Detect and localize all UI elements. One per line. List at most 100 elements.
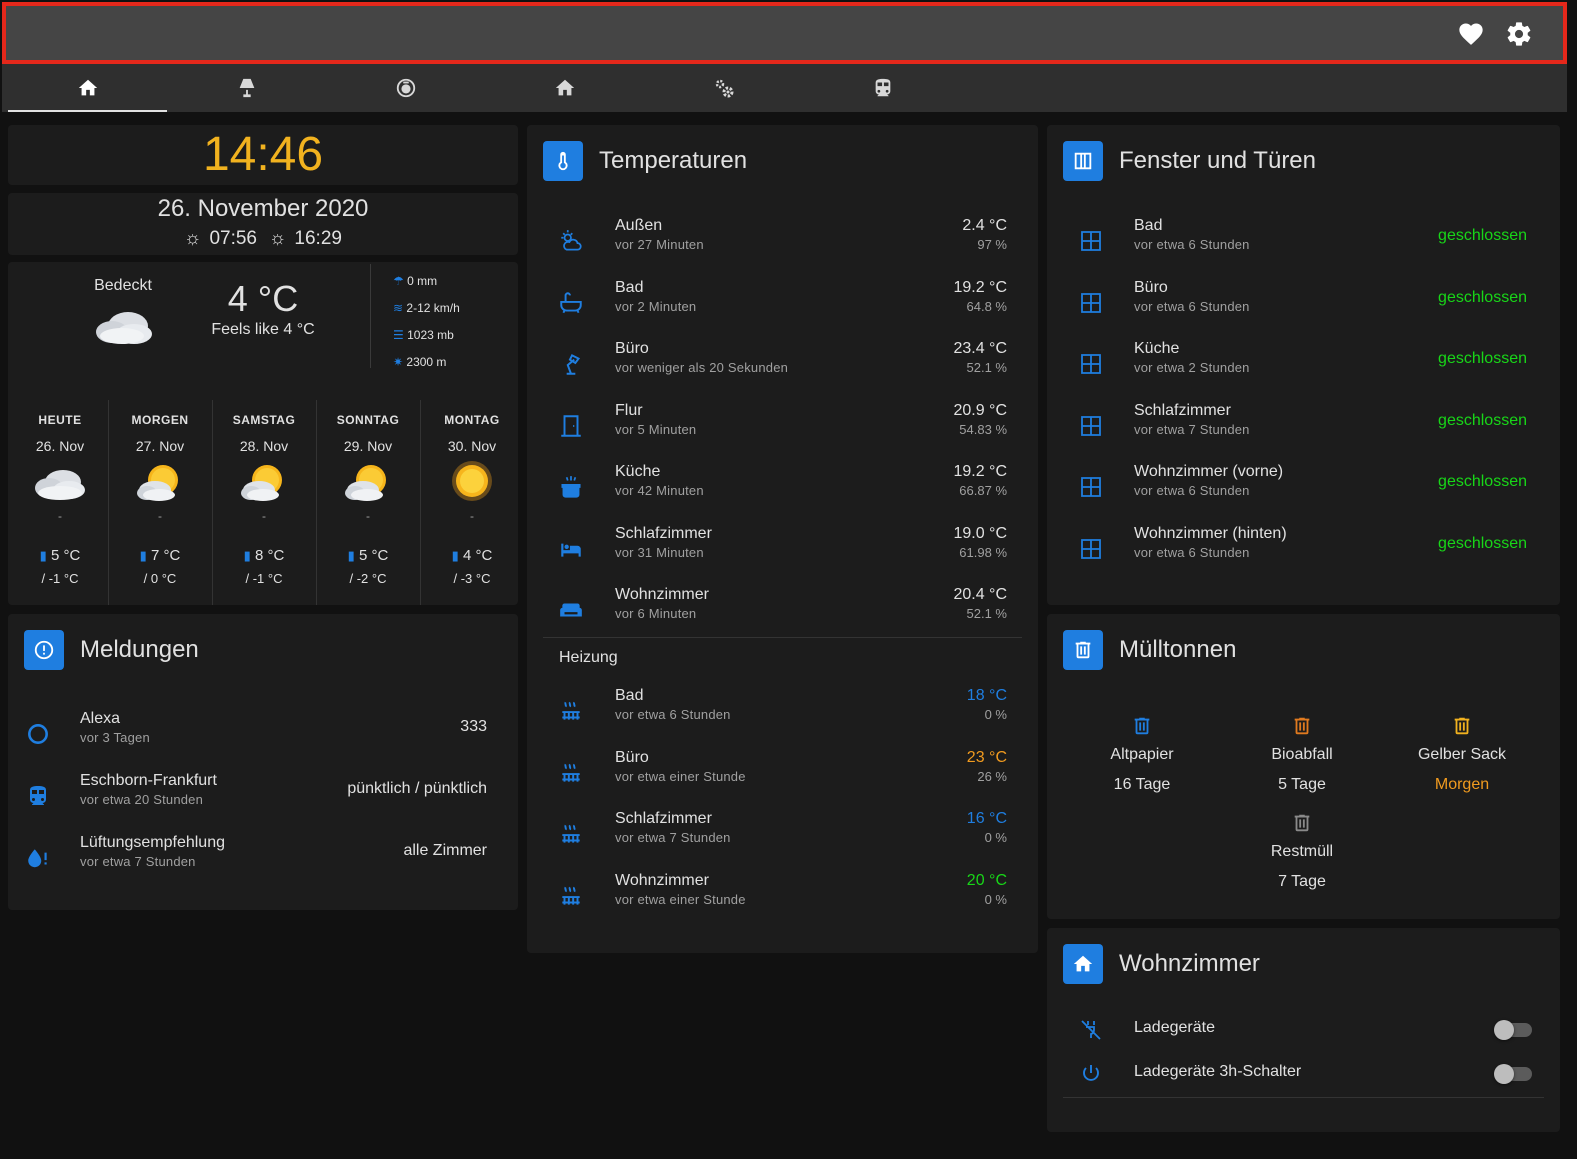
- room-name: Bad: [615, 278, 644, 296]
- forecast-separator: [212, 400, 213, 605]
- wohnzimmer-card: Wohnzimmer Ladegeräte Ladegeräte 3h-Schal…: [1047, 928, 1560, 1132]
- pressure-icon: ☰: [393, 328, 404, 342]
- window-row[interactable]: Schlafzimmer vor etwa 7 Stunden geschlosse…: [1047, 398, 1560, 460]
- meldungen-card: Meldungen Alexa vor 3 Tagen 333 Eschborn-Fr…: [8, 614, 518, 910]
- tab-train[interactable]: [803, 64, 962, 112]
- heizung-name: Schlafzimmer: [615, 810, 712, 827]
- thermometer-icon: [543, 141, 583, 181]
- forecast-day-name: MORGEN: [131, 413, 189, 427]
- heizung-row[interactable]: Wohnzimmer vor etwa einer Stunde 20 °C 0 %: [527, 868, 1038, 930]
- room-temperature: 19.2 °C: [953, 463, 1007, 480]
- waste-bin[interactable]: Restmüll 7 Tage: [1222, 809, 1382, 891]
- tab-gears[interactable]: [644, 64, 803, 112]
- meldung-row[interactable]: Lüftungsempfehlung vor etwa 7 Stunden alle…: [8, 830, 518, 892]
- home-icon: [555, 79, 574, 96]
- room-updated: vor 2 Minuten: [615, 298, 697, 314]
- sunrise-time: 07:56: [209, 228, 257, 249]
- forecast-day: MORGEN 27. Nov - ▮ 7 °C / 0 °C: [108, 400, 212, 600]
- vacuum-icon: [396, 78, 415, 98]
- meldung-value: alle Zimmer: [403, 842, 487, 859]
- lamp-icon: [239, 78, 254, 98]
- visibility-icon: ✷: [393, 355, 404, 369]
- forecast-date: 27. Nov: [135, 438, 185, 454]
- forecast-separator: [316, 400, 317, 605]
- room-humidity: 66.87 %: [959, 483, 1007, 498]
- weather-attrs: ☂ 0 mm ≋ 2-12 km/h ☰ 1023 mb ✷ 2300 m: [393, 268, 460, 376]
- waste-days: Morgen: [1434, 776, 1490, 793]
- meldung-row[interactable]: Eschborn-Frankfurt vor etwa 20 Stunden pün…: [8, 768, 518, 830]
- alexa-icon: [24, 720, 52, 748]
- heart-icon[interactable]: [1457, 20, 1485, 48]
- switch-toggle[interactable]: [1494, 1020, 1532, 1040]
- window-row[interactable]: Küche vor etwa 2 Stunden geschlossen: [1047, 336, 1560, 398]
- window-state: geschlossen: [1438, 350, 1527, 368]
- window-row[interactable]: Büro vor etwa 6 Stunden geschlossen: [1047, 275, 1560, 337]
- room-humidity: 52.1 %: [966, 606, 1007, 621]
- sunrise-icon: ☼: [184, 228, 202, 249]
- tab-home[interactable]: [8, 64, 167, 112]
- weather-condition: Bedeckt: [94, 277, 152, 294]
- waste-bin[interactable]: Gelber Sack Morgen: [1382, 712, 1542, 794]
- temperature-row[interactable]: Büro vor weniger als 20 Sekunden 23.4 °C 52…: [527, 336, 1038, 398]
- waste-bin[interactable]: Bioabfall 5 Tage: [1222, 712, 1382, 794]
- tab-vacuum[interactable]: [326, 64, 485, 112]
- app-header: [2, 2, 1567, 64]
- window-name: Büro: [1134, 278, 1168, 296]
- temperature-row[interactable]: Schlafzimmer vor 31 Minuten 19.0 °C 61.98 %: [527, 521, 1038, 583]
- window-icon: [1077, 350, 1105, 378]
- forecast-day-name: SONNTAG: [336, 413, 400, 427]
- waste-bin[interactable]: Altpapier 16 Tage: [1062, 712, 1222, 794]
- temperature-row[interactable]: Flur vor 5 Minuten 20.9 °C 54.83 %: [527, 398, 1038, 460]
- temperature-row[interactable]: Bad vor 2 Minuten 19.2 °C 64.8 %: [527, 275, 1038, 337]
- date-text: 26. November 2020: [157, 195, 369, 222]
- window-icon: [1077, 473, 1105, 501]
- trash-icon: [1382, 712, 1542, 740]
- weather-precipitation: 0 mm: [407, 274, 438, 288]
- tab-lamp[interactable]: [167, 64, 326, 112]
- room-updated: vor 42 Minuten: [615, 483, 704, 498]
- bed-icon: [557, 535, 585, 563]
- heizung-row[interactable]: Bad vor etwa 6 Stunden 18 °C 0 %: [527, 683, 1038, 745]
- trash-icon: [1063, 630, 1103, 670]
- clock-time: 14:46: [202, 128, 324, 181]
- trash-icon: [1222, 809, 1382, 837]
- room-name: Schlafzimmer: [615, 524, 712, 542]
- heizung-row[interactable]: Büro vor etwa einer Stunde 23 °C 26 %: [527, 745, 1038, 807]
- date-card: 26. November 2020 ☼ 07:56 ☼ 16:29: [8, 193, 518, 255]
- window-row[interactable]: Wohnzimmer (hinten) vor etwa 6 Stunden ges…: [1047, 521, 1560, 583]
- room-updated: vor 5 Minuten: [615, 421, 697, 437]
- meldung-row[interactable]: Alexa vor 3 Tagen 333: [8, 706, 518, 768]
- window-state: geschlossen: [1438, 227, 1527, 244]
- radiator-icon: [557, 882, 585, 910]
- cloudy-icon: [33, 458, 87, 506]
- tab-home-2[interactable]: [485, 64, 644, 112]
- forecast-high-value: 5 °C: [358, 547, 389, 564]
- toggle-knob: [1494, 1020, 1514, 1040]
- forecast-date: 26. Nov: [35, 438, 85, 454]
- window-name: Wohnzimmer (vorne): [1134, 463, 1284, 481]
- waste-days: 5 Tage: [1278, 776, 1326, 793]
- gear-icon[interactable]: [1505, 20, 1533, 48]
- temperature-row[interactable]: Außen vor 27 Minuten 2.4 °C 97 %: [527, 213, 1038, 275]
- room-temperature: 20.4 °C: [953, 586, 1007, 603]
- switch-toggle[interactable]: [1494, 1064, 1532, 1084]
- heizung-target-temp: 20 °C: [966, 871, 1007, 889]
- window-updated: vor etwa 6 Stunden: [1134, 298, 1250, 314]
- window-icon: [1063, 141, 1103, 181]
- home-icon: [78, 79, 97, 96]
- window-row[interactable]: Wohnzimmer (vorne) vor etwa 6 Stunden gesc…: [1047, 459, 1560, 521]
- wohnzimmer-title: Wohnzimmer: [1119, 950, 1260, 977]
- temperature-row[interactable]: Wohnzimmer vor 6 Minuten 20.4 °C 52.1 %: [527, 582, 1038, 644]
- temperaturen-card: Temperaturen Außen vor 27 Minuten 2.4 °C 97…: [527, 125, 1038, 953]
- forecast-day: SONNTAG 29. Nov - ▮ 5 °C / -2 °C: [316, 400, 420, 600]
- window-row[interactable]: Bad vor etwa 6 Stunden geschlossen: [1047, 213, 1560, 275]
- forecast-high: ▮ 8 °C: [212, 547, 316, 564]
- home-icon: [1063, 944, 1103, 984]
- wohnzimmer-divider: [1063, 1097, 1544, 1098]
- meldung-value: 333: [460, 718, 487, 735]
- weather-divider: [370, 264, 371, 368]
- room-temperature: 19.2 °C: [953, 278, 1007, 296]
- heizung-row[interactable]: Schlafzimmer vor etwa 7 Stunden 16 °C 0 %: [527, 806, 1038, 868]
- weather-icon: [557, 227, 585, 255]
- temperature-row[interactable]: Küche vor 42 Minuten 19.2 °C 66.87 %: [527, 459, 1038, 521]
